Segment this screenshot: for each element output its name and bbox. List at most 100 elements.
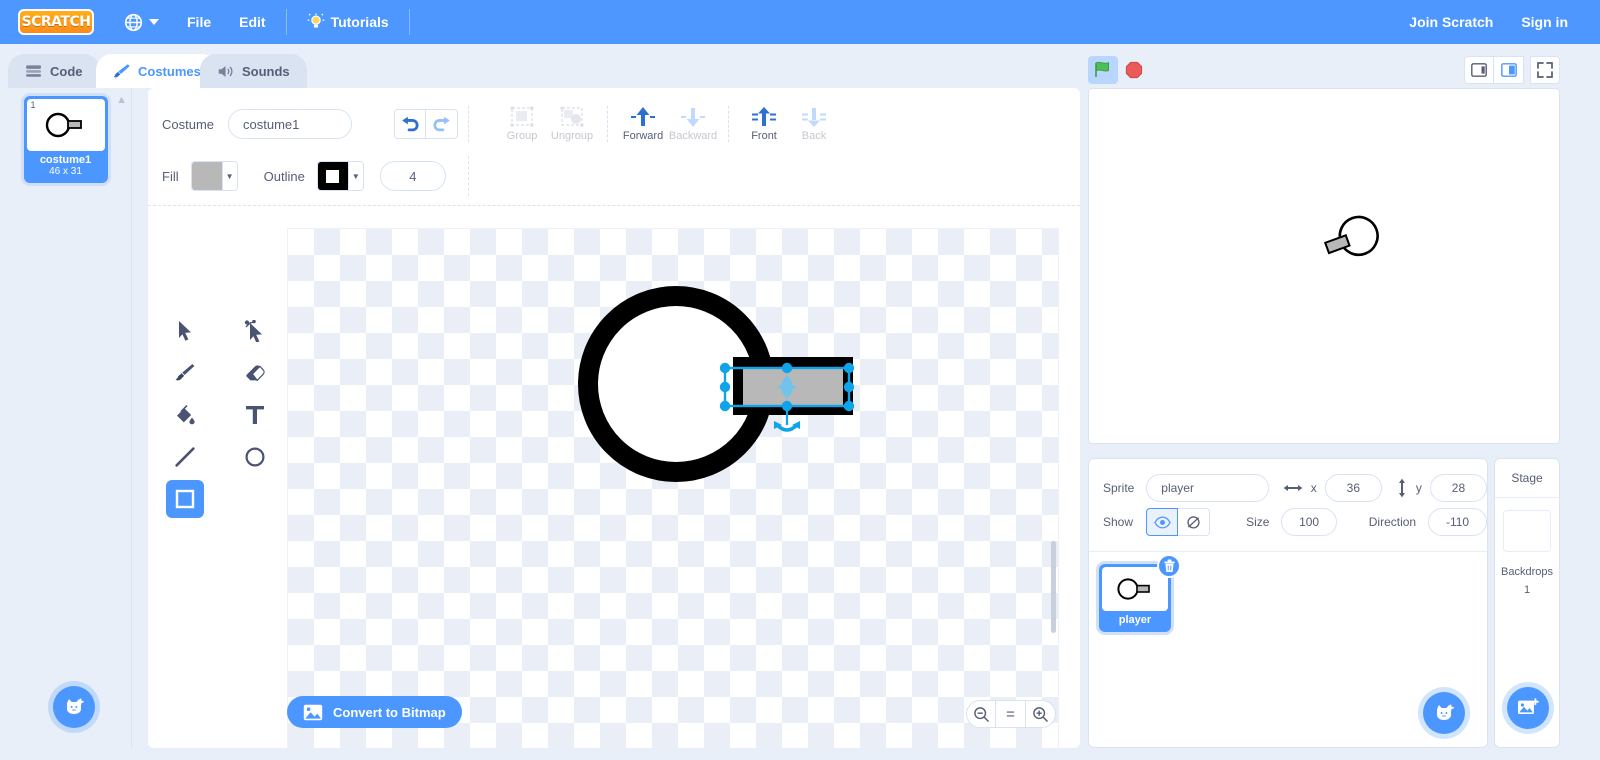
undo-icon bbox=[402, 116, 419, 132]
zoom-out-button[interactable] bbox=[966, 700, 996, 728]
eraser-tool-button[interactable] bbox=[236, 354, 274, 392]
redo-button[interactable] bbox=[426, 109, 459, 139]
fullscreen-button[interactable] bbox=[1530, 56, 1560, 84]
ungroup-label: Ungroup bbox=[550, 130, 594, 142]
group-button[interactable]: Group bbox=[497, 106, 547, 142]
text-tool-button[interactable] bbox=[236, 396, 274, 434]
front-label: Front bbox=[751, 130, 777, 142]
stage-preview[interactable] bbox=[1088, 88, 1560, 444]
zoom-reset-label: = bbox=[1006, 705, 1015, 723]
menu-bar-right: Join Scratch Sign in bbox=[1395, 0, 1582, 44]
y-input[interactable]: 28 bbox=[1429, 474, 1488, 502]
stop-sign-icon bbox=[1125, 61, 1143, 79]
forward-icon bbox=[631, 107, 656, 126]
paintbrush-icon bbox=[175, 364, 195, 381]
outline-chevron-down-icon: ▼ bbox=[347, 162, 363, 190]
forward-label: Forward bbox=[622, 130, 664, 142]
toolbar-separator-3 bbox=[728, 106, 730, 142]
small-stage-button[interactable] bbox=[1464, 56, 1494, 84]
line-tool-button[interactable] bbox=[166, 438, 204, 476]
normal-stage-button[interactable] bbox=[1494, 56, 1524, 84]
scratch-logo[interactable]: SCRATCH bbox=[18, 9, 94, 35]
add-sprite-cat-icon bbox=[1437, 704, 1454, 720]
circle-tool-button[interactable] bbox=[236, 438, 274, 476]
menu-edit[interactable]: Edit bbox=[225, 0, 279, 44]
group-label: Group bbox=[506, 130, 538, 142]
costume-name-label: costume1 bbox=[39, 154, 92, 166]
sprite-name-input[interactable]: player bbox=[1146, 474, 1269, 502]
fill-color-picker[interactable]: ▼ bbox=[190, 161, 238, 191]
stage-selector-panel[interactable]: Stage Backdrops 1 bbox=[1494, 458, 1560, 748]
menu-tutorials[interactable]: Tutorials bbox=[293, 0, 403, 44]
costume-list-item[interactable]: 1 costume1 46 x 31 bbox=[23, 96, 108, 183]
undo-button[interactable] bbox=[394, 109, 427, 139]
paint-bucket-icon bbox=[177, 405, 195, 425]
x-label: x bbox=[1310, 481, 1317, 495]
add-sprite-button[interactable] bbox=[1423, 692, 1465, 734]
outline-color-picker[interactable]: ▼ bbox=[316, 161, 364, 191]
scratch-editor: SCRATCH File Edit Tutorials Join Scratch… bbox=[0, 0, 1600, 760]
costume-name-input[interactable]: costume1 bbox=[228, 109, 353, 139]
paint-editor: Costume costume1 Group Ungroup Forward B… bbox=[148, 88, 1080, 760]
forward-button[interactable]: Forward bbox=[618, 106, 668, 142]
costume-field-label: Costume bbox=[162, 116, 215, 132]
backward-button[interactable]: Backward bbox=[668, 106, 718, 142]
x-input[interactable]: 36 bbox=[1324, 474, 1382, 502]
stroke-width-input[interactable]: 4 bbox=[379, 161, 446, 191]
horizontal-arrows-icon bbox=[1283, 482, 1303, 494]
menu-divider-2 bbox=[408, 9, 410, 35]
canvas-artwork bbox=[578, 286, 855, 482]
ungroup-button[interactable]: Ungroup bbox=[547, 106, 597, 142]
show-off-button[interactable] bbox=[1178, 508, 1211, 536]
tab-sounds[interactable]: Sounds bbox=[200, 54, 307, 88]
add-backdrop-button[interactable] bbox=[1507, 687, 1549, 729]
globe-icon bbox=[124, 13, 143, 31]
backward-label: Backward bbox=[668, 130, 718, 142]
fill-label: Fill bbox=[162, 168, 179, 184]
sprite-info-row-2: Show Size 100 Direction -110 bbox=[1089, 505, 1487, 539]
fill-tool-button[interactable] bbox=[166, 396, 204, 434]
sign-in-button[interactable]: Sign in bbox=[1507, 0, 1582, 44]
sprite-panel: Sprite player x 36 y 28 Show Size 100 Di… bbox=[1088, 458, 1488, 748]
sprite-list-item[interactable]: player bbox=[1099, 554, 1181, 632]
direction-input[interactable]: -110 bbox=[1428, 508, 1487, 536]
reshape-tool-button[interactable] bbox=[236, 312, 274, 350]
menu-tutorials-label: Tutorials bbox=[330, 14, 389, 30]
add-costume-button[interactable] bbox=[53, 686, 95, 728]
trash-icon bbox=[1163, 559, 1175, 573]
delete-sprite-button[interactable] bbox=[1157, 554, 1181, 578]
redo-icon bbox=[432, 116, 450, 132]
arrow-cursor-icon bbox=[179, 321, 191, 341]
zoom-reset-button[interactable]: = bbox=[996, 700, 1026, 728]
canvas-vertical-scrollbar[interactable] bbox=[1051, 541, 1056, 633]
language-menu[interactable] bbox=[110, 0, 173, 44]
stage-sprite-render bbox=[1323, 215, 1379, 257]
green-flag-button[interactable] bbox=[1088, 56, 1118, 84]
join-scratch-button[interactable]: Join Scratch bbox=[1395, 0, 1507, 44]
backward-icon bbox=[681, 108, 706, 127]
size-input[interactable]: 100 bbox=[1281, 508, 1337, 536]
stop-button[interactable] bbox=[1124, 60, 1144, 80]
outline-color-swatch bbox=[317, 162, 348, 190]
select-tool-button[interactable] bbox=[166, 312, 204, 350]
fill-row-separator bbox=[467, 156, 469, 196]
convert-to-bitmap-button[interactable]: Convert to Bitmap bbox=[287, 696, 462, 728]
chevron-up-icon[interactable]: ▲ bbox=[116, 94, 127, 106]
costume-row: Costume costume1 Group Ungroup Forward B… bbox=[148, 88, 1080, 142]
costume-dimensions: 46 x 31 bbox=[49, 166, 82, 177]
paint-canvas[interactable] bbox=[287, 228, 1059, 760]
paintbrush-icon bbox=[113, 64, 130, 78]
menu-file[interactable]: File bbox=[173, 0, 225, 44]
zoom-in-button[interactable] bbox=[1026, 700, 1056, 728]
back-button[interactable]: Back bbox=[789, 106, 839, 142]
back-icon bbox=[802, 108, 827, 127]
bottom-bar bbox=[0, 748, 1600, 760]
front-button[interactable]: Front bbox=[739, 106, 789, 142]
show-on-button[interactable] bbox=[1146, 508, 1179, 536]
tab-code[interactable]: Code bbox=[8, 54, 100, 88]
vertical-arrows-icon bbox=[1396, 478, 1408, 498]
magnifier-shape bbox=[1117, 578, 1150, 600]
back-label: Back bbox=[801, 130, 827, 142]
rectangle-tool-button[interactable] bbox=[166, 480, 204, 518]
brush-tool-button[interactable] bbox=[166, 354, 204, 392]
